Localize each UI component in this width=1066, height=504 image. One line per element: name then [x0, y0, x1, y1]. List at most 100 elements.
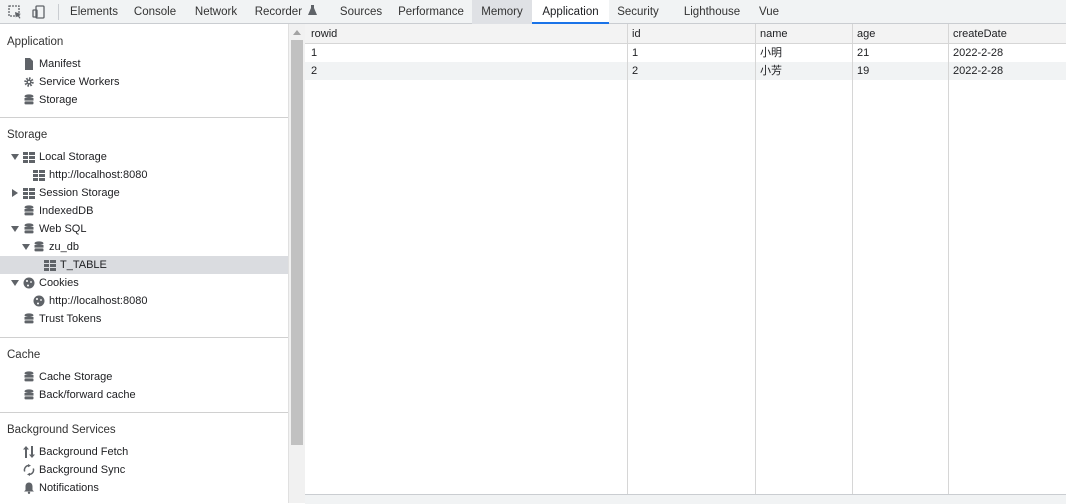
sidebar-item-label: Background Sync — [39, 464, 126, 476]
sidebar-item-zu-db[interactable]: zu_db — [0, 238, 288, 256]
sidebar-item-storage[interactable]: Storage — [0, 91, 288, 109]
database-icon — [24, 389, 34, 400]
database-icon — [24, 371, 34, 382]
tab-network[interactable]: Network — [184, 0, 248, 24]
sidebar-item-indexeddb[interactable]: IndexedDB — [0, 202, 288, 220]
table-cell: 1 — [632, 47, 639, 59]
flask-icon — [308, 0, 318, 24]
column-divider[interactable] — [627, 24, 628, 494]
sidebar-item-label: IndexedDB — [39, 205, 94, 217]
cookie-icon — [23, 277, 35, 289]
sidebar-item-cookies[interactable]: Cookies — [0, 274, 288, 292]
tab-recorder[interactable]: Recorder — [248, 0, 324, 24]
table-cell: 小明 — [760, 47, 782, 59]
column-divider[interactable] — [948, 24, 949, 494]
column-header-rowid[interactable]: rowid — [311, 25, 337, 43]
database-icon — [34, 241, 44, 252]
database-icon — [24, 205, 34, 216]
database-icon — [24, 223, 34, 234]
tab-memory[interactable]: Memory — [472, 0, 532, 24]
sidebar-item-label: Manifest — [39, 58, 81, 70]
table-cell: 19 — [857, 65, 870, 77]
sidebar-item-t-table[interactable]: T_TABLE — [0, 256, 288, 274]
table-row[interactable]: 1 1 小明 21 2022-2-28 — [305, 44, 1066, 62]
sidebar-item-service-workers[interactable]: Service Workers — [0, 73, 288, 91]
tab-vue[interactable]: Vue — [752, 0, 786, 24]
toolbar-separator — [58, 4, 59, 20]
tab-label: Sources — [339, 6, 383, 18]
table-cell: 1 — [311, 47, 318, 59]
section-title-application: Application — [7, 36, 64, 48]
tab-label: Elements — [70, 6, 118, 18]
section-divider — [0, 117, 288, 118]
bell-icon — [24, 482, 34, 494]
grid-icon — [33, 170, 45, 181]
sidebar-item-label: Session Storage — [39, 187, 120, 199]
section-divider — [0, 412, 288, 413]
tab-application[interactable]: Application — [532, 0, 609, 24]
sidebar-item-background-fetch[interactable]: Background Fetch — [0, 443, 288, 461]
chevron-down-icon[interactable] — [11, 279, 19, 287]
table-row[interactable]: 2 2 小芳 19 2022-2-28 — [305, 62, 1066, 80]
sidebar-item-label: Local Storage — [39, 151, 107, 163]
sidebar-item-back-forward-cache[interactable]: Back/forward cache — [0, 386, 288, 404]
tab-elements[interactable]: Elements — [62, 0, 126, 24]
tab-label: Recorder — [254, 6, 303, 19]
sidebar-item-local-storage-origin[interactable]: http://localhost:8080 — [0, 166, 288, 184]
sidebar-item-label: http://localhost:8080 — [49, 169, 148, 181]
tab-label: Memory — [481, 6, 523, 18]
sidebar-item-label: Back/forward cache — [39, 389, 136, 401]
cookie-icon — [33, 295, 45, 307]
sidebar-item-label: Cookies — [39, 277, 79, 289]
devtools-toolbar: Elements Console Network Recorder Source… — [0, 0, 1066, 24]
inspect-element-icon[interactable] — [7, 4, 23, 20]
column-header-createdate[interactable]: createDate — [953, 25, 1007, 43]
sidebar-item-manifest[interactable]: Manifest — [0, 55, 288, 73]
section-title-cache: Cache — [7, 349, 41, 361]
sidebar-scrollbar[interactable] — [288, 24, 305, 503]
grid-icon — [23, 188, 35, 199]
sidebar-item-label: http://localhost:8080 — [49, 295, 148, 307]
sync-icon — [23, 464, 35, 476]
sidebar-item-label: zu_db — [49, 241, 79, 253]
sidebar-item-session-storage[interactable]: Session Storage — [0, 184, 288, 202]
sidebar-item-trust-tokens[interactable]: Trust Tokens — [0, 310, 288, 328]
column-divider[interactable] — [755, 24, 756, 494]
grid-icon — [44, 260, 56, 271]
scroll-up-arrow-icon[interactable] — [293, 30, 301, 35]
chevron-down-icon[interactable] — [11, 225, 19, 233]
section-divider — [0, 337, 288, 338]
tab-lighthouse[interactable]: Lighthouse — [675, 0, 749, 24]
sidebar-item-local-storage[interactable]: Local Storage — [0, 148, 288, 166]
sidebar-item-label: Background Fetch — [39, 446, 129, 458]
sidebar-item-notifications[interactable]: Notifications — [0, 479, 288, 497]
gear-icon — [24, 77, 34, 87]
tab-security[interactable]: Security — [609, 0, 667, 24]
sidebar-item-web-sql[interactable]: Web SQL — [0, 220, 288, 238]
device-toolbar-icon[interactable] — [31, 4, 47, 20]
chevron-down-icon[interactable] — [22, 243, 30, 251]
sidebar-item-label: Trust Tokens — [39, 313, 102, 325]
table-cell: 2022-2-28 — [953, 65, 1004, 77]
column-header-age[interactable]: age — [857, 25, 875, 43]
file-icon — [25, 58, 33, 70]
tab-performance[interactable]: Performance — [390, 0, 472, 24]
tab-console[interactable]: Console — [126, 0, 184, 24]
arrows-updown-icon — [23, 446, 35, 458]
sidebar-item-cache-storage[interactable]: Cache Storage — [0, 368, 288, 386]
chevron-down-icon[interactable] — [11, 153, 19, 161]
scrollbar-thumb[interactable] — [291, 40, 303, 445]
tab-label: Security — [617, 6, 659, 18]
sidebar-item-cookies-origin[interactable]: http://localhost:8080 — [0, 292, 288, 310]
database-icon — [24, 94, 34, 105]
database-icon — [24, 313, 34, 324]
tab-sources[interactable]: Sources — [332, 0, 390, 24]
chevron-right-icon[interactable] — [11, 189, 19, 197]
tab-label: Vue — [758, 6, 780, 18]
table-cell: 小芳 — [760, 65, 782, 77]
column-header-id[interactable]: id — [632, 25, 641, 43]
column-divider[interactable] — [852, 24, 853, 494]
tab-label: Network — [194, 6, 238, 18]
sidebar-item-background-sync[interactable]: Background Sync — [0, 461, 288, 479]
column-header-name[interactable]: name — [760, 25, 788, 43]
